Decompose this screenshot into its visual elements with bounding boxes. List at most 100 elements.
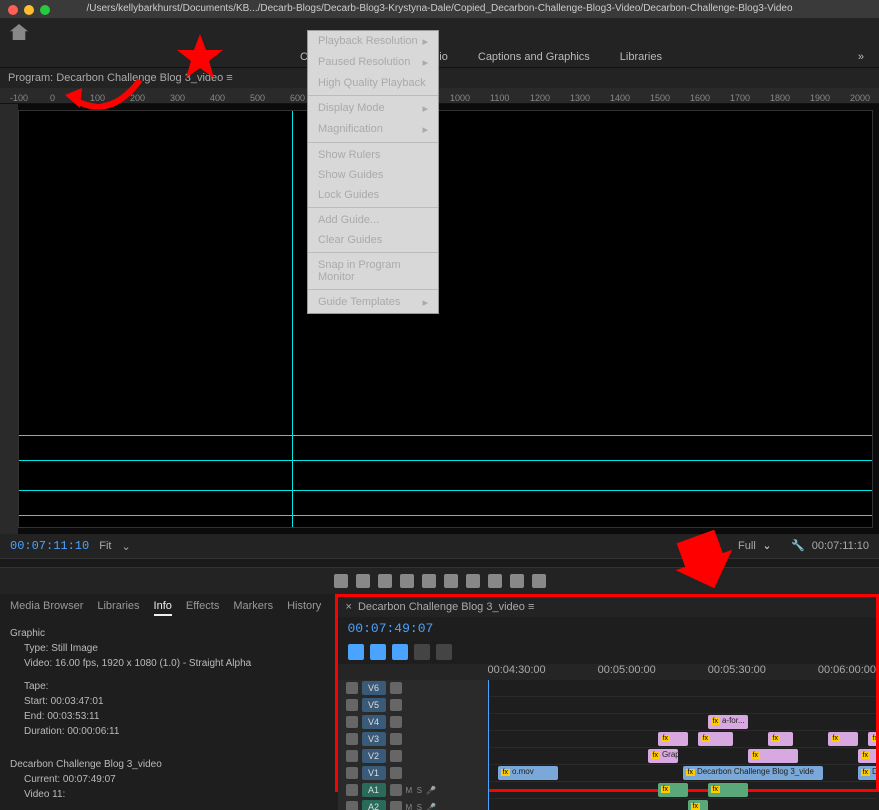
menu-more-icon[interactable]: » <box>858 51 864 63</box>
track-label[interactable]: V1 <box>362 766 386 780</box>
info-panel: Media Browser Libraries Info Effects Mar… <box>0 594 335 792</box>
scrubber[interactable] <box>0 558 879 568</box>
export-frame-button[interactable] <box>532 574 546 588</box>
eye-icon[interactable] <box>390 750 402 762</box>
clip[interactable]: fx <box>658 783 688 797</box>
menu-playback-resolution[interactable]: Playback Resolution▸ <box>308 31 438 52</box>
menu-guide-templates[interactable]: Guide Templates▸ <box>308 292 438 313</box>
menu-libraries[interactable]: Libraries <box>620 51 662 63</box>
clip[interactable]: fxGraphic <box>648 749 678 763</box>
menu-high-quality[interactable]: High Quality Playback <box>308 73 438 93</box>
lock-icon[interactable] <box>346 784 358 796</box>
lock-icon[interactable] <box>346 801 358 810</box>
eye-icon[interactable] <box>390 682 402 694</box>
track-label[interactable]: V6 <box>362 681 386 695</box>
clip[interactable]: fxa-for... <box>708 715 748 729</box>
eye-icon[interactable] <box>390 784 402 796</box>
timeline-ruler[interactable]: 00:04:30:0000:05:00:0000:05:30:0000:06:0… <box>338 664 877 680</box>
chevron-down-icon[interactable]: ⌄ <box>121 540 130 553</box>
menu-show-guides[interactable]: Show Guides <box>308 165 438 185</box>
clip[interactable]: fx <box>708 783 748 797</box>
snap-icon[interactable] <box>348 644 364 660</box>
clip[interactable]: fx <box>868 732 877 746</box>
clip[interactable]: fxo.mov <box>498 766 558 780</box>
eye-icon[interactable] <box>390 716 402 728</box>
tab-effects[interactable]: Effects <box>186 600 219 616</box>
clip[interactable]: fx <box>858 749 877 763</box>
tab-info[interactable]: Info <box>154 600 172 616</box>
ruler-vertical[interactable] <box>0 104 18 534</box>
info-type: Type: Still Image <box>10 641 325 656</box>
menu-show-rulers[interactable]: Show Rulers <box>308 145 438 165</box>
guide-horizontal[interactable] <box>19 435 872 436</box>
go-out-button[interactable] <box>466 574 480 588</box>
track-label[interactable]: V5 <box>362 698 386 712</box>
info-video: Video: 16.00 fps, 1920 x 1080 (1.0) - St… <box>10 656 325 671</box>
clip[interactable]: fx <box>688 800 708 810</box>
home-icon[interactable] <box>10 24 28 40</box>
linked-sel-icon[interactable] <box>370 644 386 660</box>
menu-lock-guides[interactable]: Lock Guides <box>308 185 438 205</box>
tab-libraries[interactable]: Libraries <box>97 600 139 616</box>
step-back-button[interactable] <box>400 574 414 588</box>
menu-paused-resolution[interactable]: Paused Resolution▸ <box>308 52 438 73</box>
guide-vertical[interactable] <box>292 111 293 527</box>
lock-icon[interactable] <box>346 767 358 779</box>
menu-magnification[interactable]: Magnification▸ <box>308 119 438 140</box>
track-row: V4 fxa-for... <box>338 714 877 731</box>
tab-history[interactable]: History <box>287 600 321 616</box>
step-fwd-button[interactable] <box>444 574 458 588</box>
guide-horizontal[interactable] <box>19 490 872 491</box>
menu-add-guide[interactable]: Add Guide... <box>308 210 438 230</box>
lock-icon[interactable] <box>346 733 358 745</box>
menu-captions[interactable]: Captions and Graphics <box>478 51 590 63</box>
clip[interactable]: fx <box>698 732 733 746</box>
info-tape: Tape: <box>10 679 325 694</box>
track-label[interactable]: A2 <box>362 800 386 810</box>
annotation-arrow <box>60 70 150 123</box>
timeline-timecode[interactable]: 00:07:49:07 <box>338 617 877 640</box>
clip[interactable]: fx <box>748 749 798 763</box>
clip[interactable]: fxDecarbon Challenge Blog 3_vide <box>683 766 823 780</box>
fit-dropdown[interactable]: Fit <box>99 540 111 552</box>
settings-icon[interactable] <box>414 644 430 660</box>
eye-icon[interactable] <box>390 699 402 711</box>
tab-media-browser[interactable]: Media Browser <box>10 600 83 616</box>
lock-icon[interactable] <box>346 716 358 728</box>
wrench-icon[interactable] <box>436 644 452 660</box>
eye-icon[interactable] <box>390 801 402 810</box>
timecode-left[interactable]: 00:07:11:10 <box>10 539 89 553</box>
info-graphic: Graphic <box>10 626 325 641</box>
full-dropdown[interactable]: Full <box>738 540 756 552</box>
transport-controls <box>0 568 879 594</box>
play-button[interactable] <box>422 574 436 588</box>
eye-icon[interactable] <box>390 767 402 779</box>
clip[interactable]: fx <box>768 732 793 746</box>
mark-out-button[interactable] <box>356 574 370 588</box>
marker-icon[interactable] <box>392 644 408 660</box>
track-label[interactable]: V2 <box>362 749 386 763</box>
track-label[interactable]: V4 <box>362 715 386 729</box>
guide-horizontal[interactable] <box>19 515 872 516</box>
clip[interactable]: fxDecarbon C <box>858 766 877 780</box>
mark-in-button[interactable] <box>334 574 348 588</box>
track-label[interactable]: A1 <box>362 783 386 797</box>
lock-icon[interactable] <box>346 699 358 711</box>
ruler-mark: -100 <box>10 93 50 103</box>
track-label[interactable]: V3 <box>362 732 386 746</box>
track-row: V6 <box>338 680 877 697</box>
lift-button[interactable] <box>488 574 502 588</box>
eye-icon[interactable] <box>390 733 402 745</box>
menu-snap[interactable]: Snap in Program Monitor <box>308 255 438 287</box>
extract-button[interactable] <box>510 574 524 588</box>
monitor-canvas[interactable] <box>18 110 873 528</box>
clip[interactable]: fx <box>658 732 688 746</box>
tab-markers[interactable]: Markers <box>233 600 273 616</box>
menu-display-mode[interactable]: Display Mode▸ <box>308 98 438 119</box>
lock-icon[interactable] <box>346 750 358 762</box>
guide-horizontal[interactable] <box>19 460 872 461</box>
go-in-button[interactable] <box>378 574 392 588</box>
clip[interactable]: fx <box>828 732 858 746</box>
lock-icon[interactable] <box>346 682 358 694</box>
menu-clear-guides[interactable]: Clear Guides <box>308 230 438 250</box>
